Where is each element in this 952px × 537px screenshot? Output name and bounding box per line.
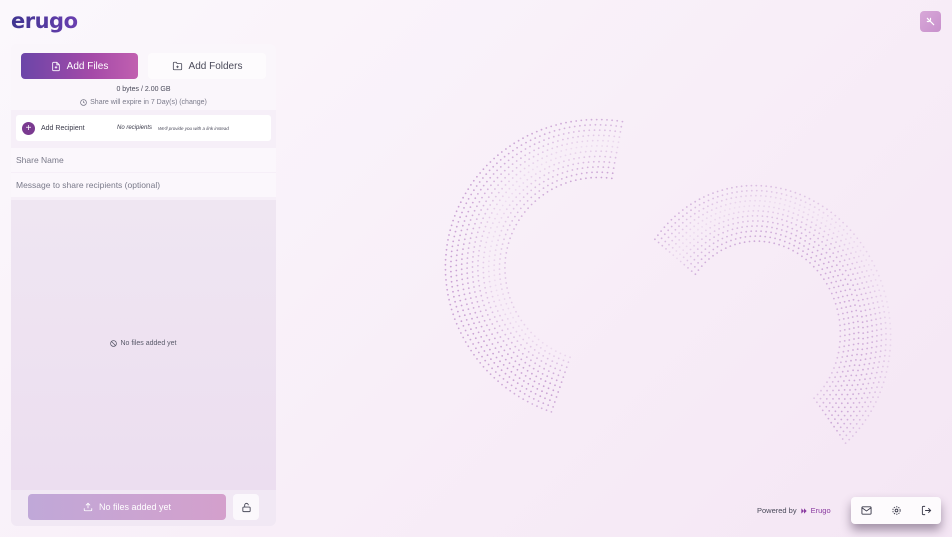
upload-icon [83, 502, 93, 512]
settings-icon [891, 506, 901, 515]
dot-swirl [444, 118, 892, 444]
powered-by-text: Powered by [757, 506, 797, 515]
action-dock [851, 497, 941, 524]
empty-state-text: No files added yet [120, 340, 177, 347]
erugo-logo-icon [800, 507, 807, 514]
lock-open-icon [241, 502, 251, 512]
message-placeholder: Message to share recipients (optional) [16, 180, 161, 190]
powered-by-brand[interactable]: Erugo [811, 506, 831, 515]
app-logo[interactable]: erugo [11, 9, 78, 33]
powered-by: Powered by Erugo [757, 506, 831, 515]
ban-icon [110, 340, 118, 347]
add-files-label: Add Files [66, 60, 109, 72]
upload-button-label: No files added yet [98, 502, 172, 512]
message-input[interactable]: Message to share recipients (optional) [11, 173, 276, 197]
panel-header: Add Files Add Folders 0 bytes / 2.00 GB … [11, 44, 276, 110]
panel-footer: No files added yet [11, 490, 276, 526]
add-recipient-button[interactable]: + [22, 121, 35, 135]
upload-panel: Add Files Add Folders 0 bytes / 2.00 GB … [11, 44, 276, 526]
recipients-hint: We'll provide you with a link instead [158, 125, 229, 131]
clock-icon [80, 99, 87, 106]
expiry-notice[interactable]: Share will expire in 7 Day(s) (change) [11, 99, 276, 106]
add-folders-button[interactable]: Add Folders [148, 53, 266, 79]
recipient-box: + Add Recipient No recipients We'll prov… [16, 115, 271, 141]
share-name-input[interactable]: Share Name [11, 148, 276, 172]
sparkle-icon [926, 17, 935, 26]
file-drop-area[interactable]: No files added yet [11, 200, 276, 490]
empty-state: No files added yet [11, 340, 276, 347]
storage-usage: 0 bytes / 2.00 GB [116, 86, 171, 93]
share-name-placeholder: Share Name [16, 155, 64, 165]
folder-plus-icon [172, 61, 182, 71]
recipients-status: No recipients [117, 125, 153, 131]
file-plus-icon [51, 61, 60, 71]
user-avatar[interactable] [920, 11, 941, 32]
plus-icon: + [25, 122, 32, 134]
logout-button[interactable] [917, 502, 935, 520]
mail-icon [860, 506, 872, 515]
add-folders-label: Add Folders [188, 60, 243, 72]
logout-icon [921, 505, 931, 516]
password-toggle-button[interactable] [233, 494, 259, 520]
add-recipient-label[interactable]: Add Recipient [41, 125, 111, 132]
mail-button[interactable] [857, 502, 875, 520]
upload-button[interactable]: No files added yet [28, 494, 226, 520]
add-files-button[interactable]: Add Files [21, 53, 138, 79]
expiry-text: Share will expire in 7 Day(s) (change) [90, 99, 207, 106]
settings-button[interactable] [887, 502, 905, 520]
